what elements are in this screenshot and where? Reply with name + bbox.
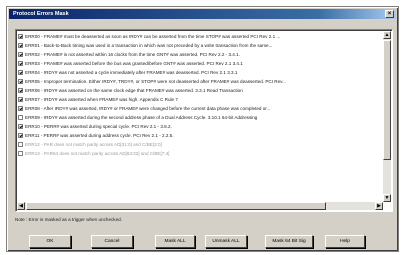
list-item[interactable]: ERR03 - FRAME# was asserted before the b… [18,59,382,68]
error-description: ERR10 - PERR# was asserted during specia… [25,124,172,129]
list-item[interactable]: ERR04 - IRDY# was not asserted a cycle i… [18,68,382,77]
title-bar: Protocol Errors Mask × [9,9,396,19]
list-item[interactable]: ERR06 - IRDY# was asserted on the same c… [18,86,382,95]
list-item[interactable]: ERR09 - IRDY# was asserted during the se… [18,113,382,122]
list-item[interactable]: ERR12 - PAR does not match parity across… [18,140,382,149]
error-description: ERR12 - PAR does not match parity across… [25,142,162,147]
error-mask-checkbox[interactable] [18,70,23,75]
unmask-all-button[interactable]: Unmask ALL [205,235,247,248]
cancel-button[interactable]: Cancel [91,235,133,248]
list-item[interactable]: ERR07 - IRDY# was asserted when FRAME# w… [18,95,382,104]
error-description: ERR04 - IRDY# was not asserted a cycle i… [25,70,238,75]
error-description: ERR07 - IRDY# was asserted when FRAME# w… [25,97,178,102]
scroll-left-arrow-icon[interactable]: ◀ [17,202,25,210]
error-mask-checkbox[interactable] [18,151,23,156]
error-description: ERR11 - PERR# was asserted during addres… [25,133,174,138]
scroll-up-arrow-icon[interactable]: ▲ [383,31,391,39]
vertical-scrollbar[interactable]: ▲ ▼ [383,31,391,202]
error-description: ERR01 - Back-to-Back timing was used in … [25,43,273,48]
close-button[interactable]: × [385,10,394,18]
error-description: ERR08 - After IRDY# was asserted, IRDY# … [25,106,271,111]
error-mask-checkbox[interactable] [18,106,23,111]
list-item[interactable]: ERR11 - PERR# was asserted during addres… [18,131,382,140]
error-mask-checkbox[interactable] [18,88,23,93]
protocol-errors-mask-dialog: Protocol Errors Mask × ERR00 - FRAME# mu… [6,6,399,252]
mask-note: Note : Error is masked as a trigger when… [15,217,122,222]
window-title: Protocol Errors Mask [13,11,69,17]
error-description: ERR09 - IRDY# was asserted during the se… [25,115,258,120]
error-description: ERR13 - PAR64 does not match parity acro… [25,151,170,156]
list-item[interactable]: ERR08 - After IRDY# was asserted, IRDY# … [18,104,382,113]
scroll-right-arrow-icon[interactable]: ▶ [375,202,383,210]
mask-all-button[interactable]: Mask ALL [155,235,195,248]
vertical-scroll-thumb[interactable] [383,40,391,160]
error-description: ERR03 - FRAME# was asserted before the b… [25,61,243,66]
help-button[interactable]: Help [325,235,365,248]
error-mask-checkbox[interactable] [18,97,23,102]
error-description: ERR05 - Improper termination. Either IRD… [25,79,286,84]
list-item[interactable]: ERR01 - Back-to-Back timing was used in … [18,41,382,50]
error-mask-checkbox[interactable] [18,34,23,39]
error-mask-checkbox[interactable] [18,115,23,120]
error-mask-checkbox[interactable] [18,142,23,147]
scroll-down-arrow-icon[interactable]: ▼ [383,194,391,202]
error-mask-rows: ERR00 - FRAME# must be deasserted as soo… [18,32,382,158]
error-mask-checkbox[interactable] [18,52,23,57]
error-mask-checkbox[interactable] [18,61,23,66]
error-description: ERR06 - IRDY# was asserted on the same c… [25,88,243,93]
list-item[interactable]: ERR02 - FRAME# is not asserted within 16… [18,50,382,59]
error-mask-checkbox[interactable] [18,133,23,138]
error-mask-checkbox[interactable] [18,79,23,84]
list-item[interactable]: ERR10 - PERR# was asserted during specia… [18,122,382,131]
error-description: ERR00 - FRAME# must be deasserted as soo… [25,34,281,39]
error-mask-checkbox[interactable] [18,43,23,48]
list-item[interactable]: ERR05 - Improper termination. Either IRD… [18,77,382,86]
error-mask-list[interactable]: ERR00 - FRAME# must be deasserted as soo… [15,29,393,212]
list-item[interactable]: ERR00 - FRAME# must be deasserted as soo… [18,32,382,41]
horizontal-scrollbar[interactable]: ◀ ▶ [17,202,383,210]
ok-button[interactable]: OK [29,235,71,248]
mask-64bit-signals-button[interactable]: Mask 64 Bit Sig [265,235,313,248]
horizontal-scroll-thumb[interactable] [26,202,326,210]
error-mask-checkbox[interactable] [18,124,23,129]
list-item[interactable]: ERR13 - PAR64 does not match parity acro… [18,149,382,158]
error-description: ERR02 - FRAME# is not asserted within 16… [25,52,240,57]
